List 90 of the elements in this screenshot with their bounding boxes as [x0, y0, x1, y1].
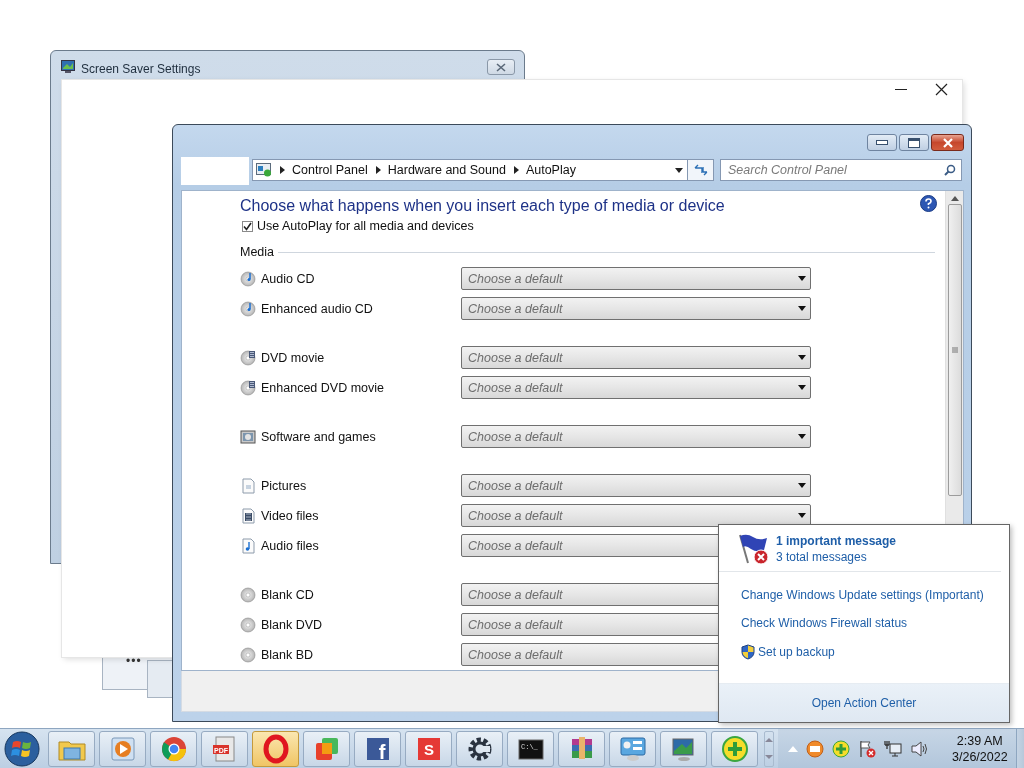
- breadcrumb-item[interactable]: Control Panel: [292, 163, 368, 177]
- monitor-icon: [61, 60, 75, 73]
- document-icon: [240, 477, 256, 494]
- start-button[interactable]: [4, 729, 40, 768]
- clock-date: 3/26/2022: [952, 749, 1008, 764]
- taskbar-button[interactable]: [558, 730, 605, 767]
- plus-icon[interactable]: [832, 739, 850, 758]
- taskbar-button[interactable]: f: [354, 730, 401, 767]
- blank-panel: [181, 157, 249, 185]
- minimize-icon: [876, 140, 888, 145]
- media-label: Audio files: [261, 538, 319, 553]
- caret-icon: [798, 483, 806, 488]
- default-dropdown[interactable]: Choose a default: [461, 376, 811, 399]
- clock[interactable]: 2:39 AM 3/26/2022: [952, 733, 1008, 764]
- cd-icon: [240, 270, 256, 287]
- media-label: Software and games: [261, 429, 376, 444]
- refresh-button[interactable]: [688, 159, 714, 181]
- more-label: •••: [126, 654, 142, 668]
- scroll-up-icon[interactable]: [950, 196, 959, 201]
- search-field[interactable]: Search Control Panel: [720, 159, 962, 181]
- cd-icon: [240, 300, 256, 317]
- disc-icon: [240, 586, 256, 603]
- maximize-icon: [908, 137, 920, 148]
- checkbox-label: Use AutoPlay for all media and devices: [257, 219, 474, 233]
- media-label: Audio CD: [261, 271, 315, 286]
- film-icon: [240, 507, 256, 524]
- close-button[interactable]: [931, 134, 964, 151]
- scroll-thumb[interactable]: [947, 204, 962, 496]
- breadcrumb-arrow-icon: [280, 166, 285, 174]
- caret-icon: [798, 434, 806, 439]
- disc-icon: [240, 646, 256, 663]
- media-label: Blank DVD: [261, 617, 323, 632]
- close-icon: [496, 62, 506, 72]
- media-label: Pictures: [261, 478, 307, 493]
- media-label: Video files: [261, 508, 319, 523]
- default-dropdown[interactable]: Choose a default: [461, 297, 811, 320]
- caret-icon: [798, 276, 806, 281]
- caret-icon: [798, 385, 806, 390]
- media-label: Enhanced DVD movie: [261, 380, 384, 395]
- help-icon[interactable]: [920, 195, 937, 212]
- breadcrumb-item[interactable]: AutoPlay: [525, 163, 576, 177]
- scroll-up-icon[interactable]: [765, 738, 773, 742]
- network-icon[interactable]: [884, 739, 902, 758]
- music-file-icon: [240, 537, 256, 554]
- refresh-icon: [693, 164, 708, 176]
- media-label: Blank CD: [261, 587, 314, 602]
- close-icon[interactable]: [935, 83, 948, 96]
- breadcrumb-arrow-icon: [375, 166, 381, 174]
- shield-icon: [741, 644, 755, 660]
- default-dropdown[interactable]: Choose a default: [461, 504, 811, 527]
- section-heading: Media: [240, 245, 275, 259]
- taskbar-button[interactable]: [456, 730, 503, 767]
- media-label: Enhanced audio CD: [261, 301, 373, 316]
- start-orb-icon: [4, 730, 40, 767]
- default-dropdown[interactable]: Choose a default: [461, 267, 811, 290]
- caret-icon: [798, 355, 806, 360]
- maximize-button[interactable]: [899, 134, 929, 151]
- breadcrumb-item[interactable]: Hardware and Sound: [387, 163, 506, 177]
- speaker-icon[interactable]: [910, 739, 930, 758]
- page-heading: Choose what happens when you insert each type of media or device: [240, 197, 725, 215]
- media-label: Blank BD: [261, 647, 314, 662]
- window-title: Screen Saver Settings: [81, 62, 201, 76]
- disc-icon: [240, 616, 256, 633]
- address-bar[interactable]: Control Panel Hardware and Sound AutoPlay: [252, 159, 688, 181]
- taskbar-scroller[interactable]: [764, 730, 774, 767]
- caret-icon: [798, 306, 806, 311]
- taskbar-button[interactable]: [660, 730, 707, 767]
- tray-app-icon[interactable]: [806, 739, 824, 758]
- control-panel-icon: [256, 163, 272, 177]
- taskbar-button[interactable]: S: [405, 730, 452, 767]
- close-button[interactable]: [487, 59, 515, 75]
- minimize-button[interactable]: [867, 134, 897, 151]
- clock-time: 2:39 AM: [956, 733, 1003, 748]
- close-icon: [941, 137, 954, 148]
- default-dropdown[interactable]: Choose a default: [461, 425, 811, 448]
- default-dropdown[interactable]: Choose a default: [461, 474, 811, 497]
- caret-icon: [798, 513, 806, 518]
- open-action-center-link[interactable]: Open Action Center: [811, 696, 917, 710]
- flag-icon[interactable]: [858, 739, 876, 758]
- dvd-icon: [240, 379, 256, 396]
- checkbox[interactable]: [242, 220, 253, 232]
- software-icon: [240, 428, 256, 445]
- default-dropdown[interactable]: Choose a default: [461, 346, 811, 369]
- grip-icon: [951, 347, 958, 353]
- media-label: DVD movie: [261, 350, 325, 365]
- flag-icon: [737, 533, 771, 565]
- search-icon: [944, 164, 956, 176]
- breadcrumb-arrow-icon: [513, 166, 519, 174]
- dvd-icon: [240, 349, 256, 366]
- caret-icon[interactable]: [675, 168, 683, 173]
